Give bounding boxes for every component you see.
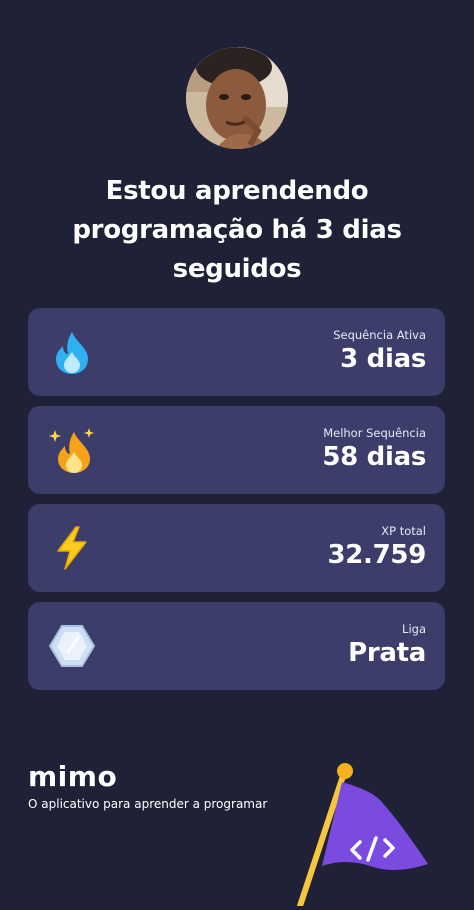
stat-label: Sequência Ativa [333, 328, 426, 342]
stat-value: 3 dias [340, 344, 426, 374]
stat-value: 32.759 [327, 540, 426, 570]
fire-sparkle-icon [48, 426, 96, 474]
best-streak-card: Melhor Sequência 58 dias [28, 406, 445, 494]
active-streak-card: Sequência Ativa 3 dias [28, 308, 445, 396]
xp-total-card: XP total 32.759 [28, 504, 445, 592]
water-drop-flame-icon [48, 328, 96, 376]
stat-value: Prata [348, 638, 426, 668]
stat-label: XP total [381, 524, 426, 538]
mimo-logo: mimo [28, 760, 118, 793]
league-card: Liga Prata [28, 602, 445, 690]
stat-label: Liga [402, 622, 426, 636]
lightning-bolt-icon [48, 524, 96, 572]
code-flag-icon [290, 760, 440, 909]
profile-avatar [186, 47, 288, 149]
brand-tagline: O aplicativo para aprender a programar [28, 797, 268, 811]
silver-gem-icon [48, 622, 96, 670]
stat-value: 58 dias [322, 442, 426, 472]
streak-headline: Estou aprendendo programação há 3 dias s… [72, 176, 402, 284]
stat-label: Melhor Sequência [323, 426, 426, 440]
